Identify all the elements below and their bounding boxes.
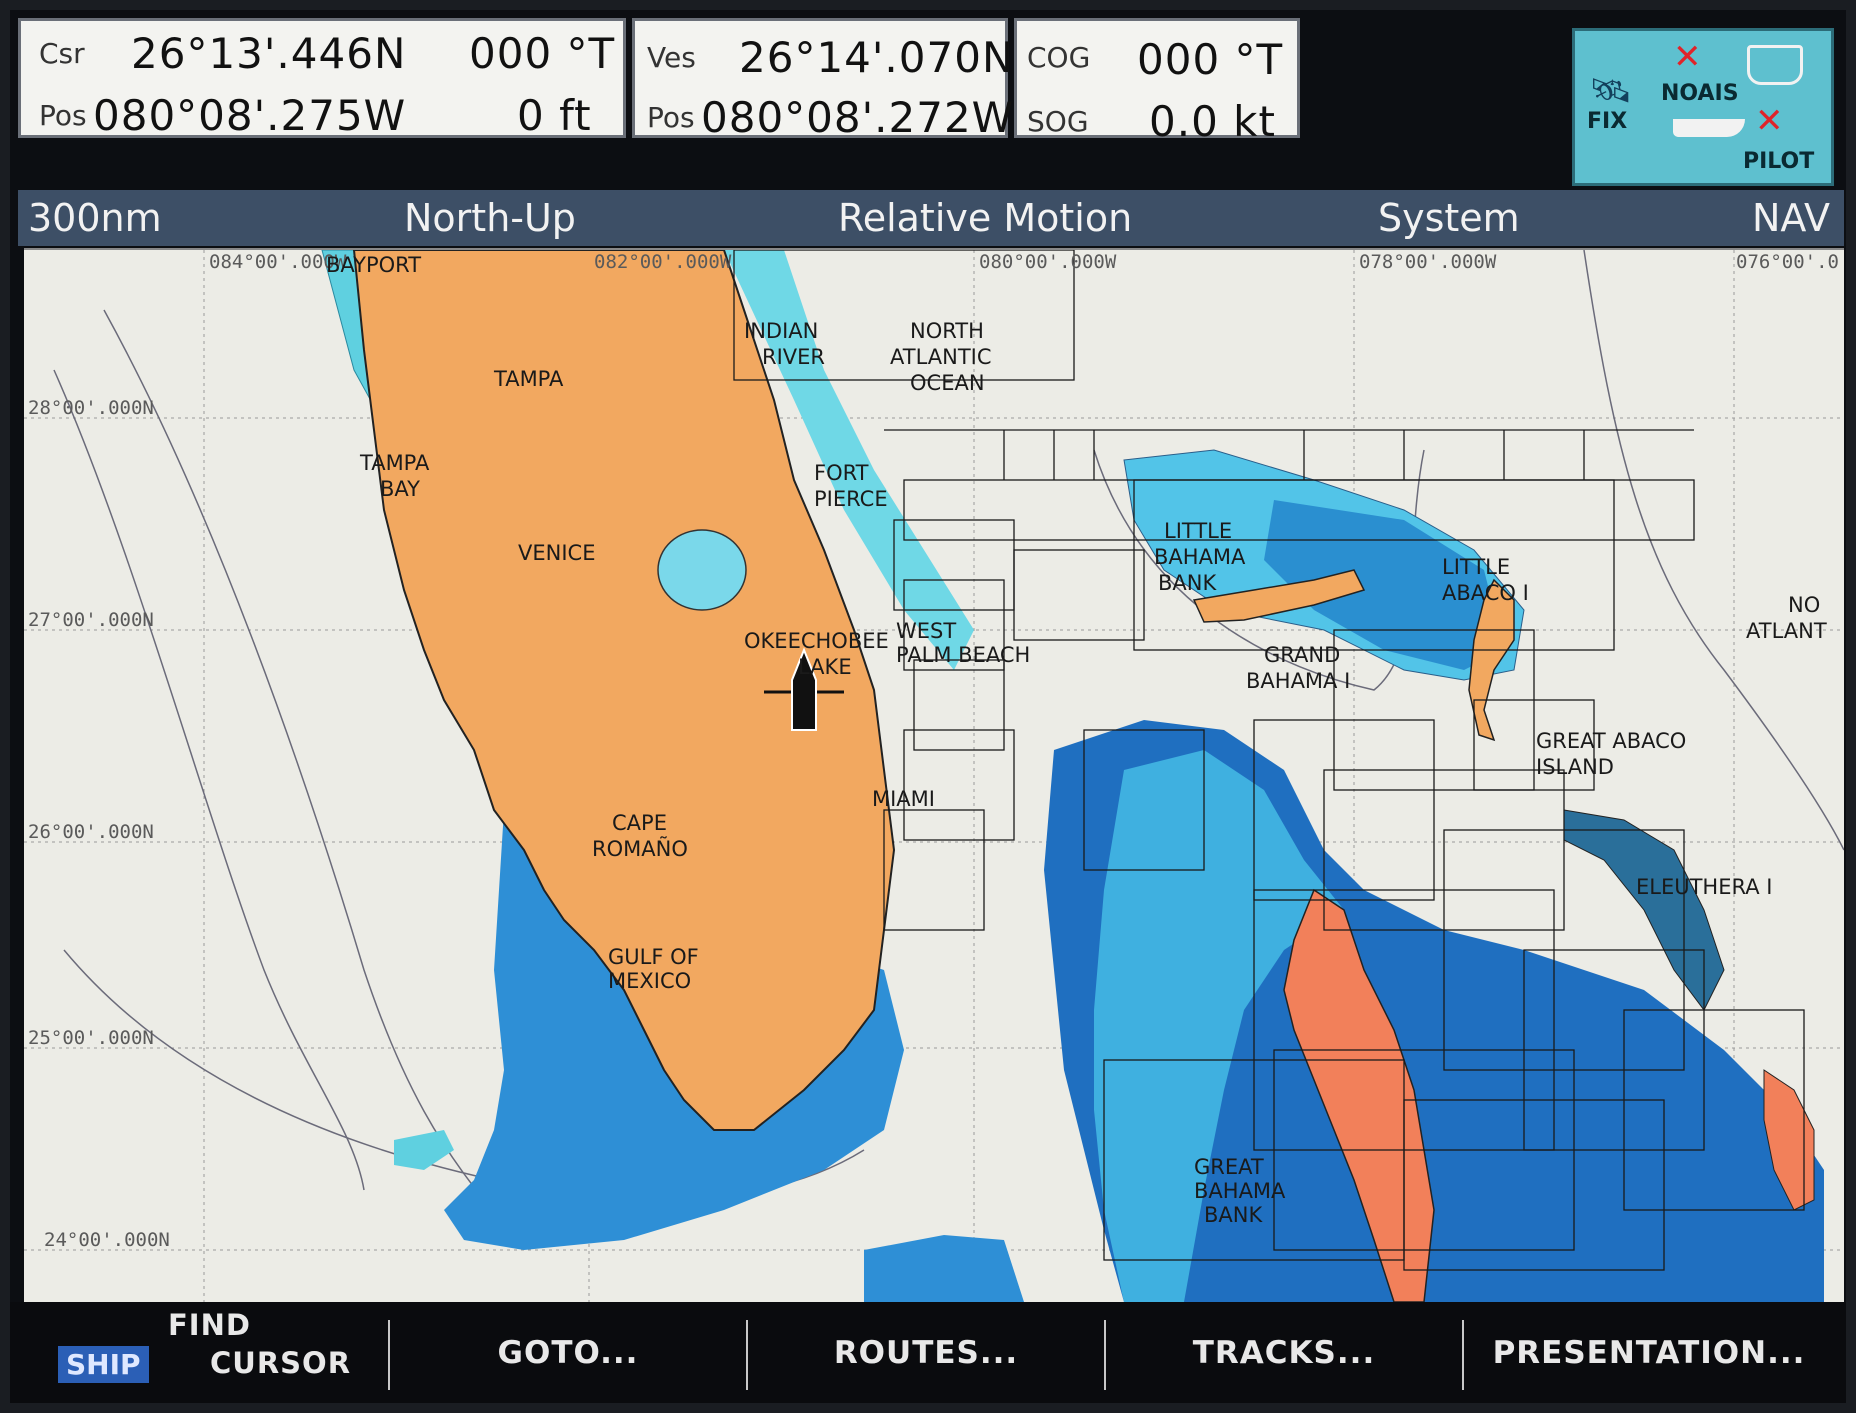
find-cursor-button[interactable]: CURSOR	[210, 1346, 351, 1380]
place-great-abaco-2: ISLAND	[1536, 755, 1614, 779]
noais-label: NOAIS	[1661, 81, 1739, 106]
vessel-latitude: 26°14'.070N	[739, 33, 1015, 82]
sog-value: 0.0 kt	[1149, 97, 1276, 146]
place-indian-river-1: INDIAN	[744, 319, 818, 343]
place-north-atlantic-edge-2: ATLANT	[1746, 619, 1827, 643]
place-okeechobee-1: OKEECHOBEE	[744, 629, 889, 653]
ais-off-icon: ✕	[1673, 37, 1702, 77]
place-little-bahama-1: LITTLE	[1164, 519, 1232, 543]
cursor-longitude: 080°08'.275W	[93, 91, 407, 140]
lat-label-1: 28°00'.000N	[28, 397, 154, 419]
place-great-bahama-bank-3: BANK	[1204, 1203, 1263, 1227]
motion-mode-indicator[interactable]: Relative Motion	[838, 196, 1132, 240]
lat-label-4: 25°00'.000N	[28, 1027, 154, 1049]
lon-label-5: 076°00'.0	[1736, 251, 1839, 273]
cursor-depth: 0 ft	[517, 91, 592, 140]
fix-label: FIX	[1587, 109, 1628, 134]
place-eleuthera: ELEUTHERA I	[1636, 875, 1772, 899]
boat-icon	[1673, 119, 1745, 137]
vessel-pos-label: Pos	[647, 101, 695, 134]
course-speed-panel: COG 000 °T SOG 0.0 kt	[1014, 18, 1300, 146]
vessel-position-panel: Ves 26°14'.070N Pos 080°08'.272W	[632, 18, 1013, 142]
place-north-atlantic-3: OCEAN	[910, 371, 985, 395]
place-okeechobee-2: LAKE	[798, 655, 852, 679]
place-west-palm-1: WEST	[896, 619, 956, 643]
place-great-bahama-bank-2: BAHAMA	[1194, 1179, 1286, 1203]
tracks-button[interactable]: TRACKS...	[1106, 1302, 1462, 1403]
presentation-button[interactable]: PRESENTATION...	[1464, 1302, 1834, 1403]
cursor-bearing: 000 °T	[469, 29, 616, 78]
lat-label-3: 26°00'.000N	[28, 821, 154, 843]
lon-label-4: 078°00'.000W	[1359, 251, 1497, 273]
west-keys-patch	[394, 1130, 454, 1170]
place-little-abaco-2: ABACO I	[1442, 581, 1529, 605]
south-deep-water	[864, 1235, 1024, 1302]
place-north-atlantic-2: ATLANTIC	[890, 345, 992, 369]
orientation-indicator[interactable]: North-Up	[404, 196, 576, 240]
place-north-atlantic-1: NORTH	[910, 319, 984, 343]
nav-mode-indicator[interactable]: NAV	[1752, 196, 1830, 240]
cursor-position-panel: Csr 26°13'.446N 000 °T Pos 080°08'.275W …	[18, 18, 626, 140]
place-miami: MIAMI	[872, 787, 935, 811]
cog-value: 000 °T	[1137, 35, 1284, 84]
pilot-label: PILOT	[1743, 149, 1815, 174]
place-tampa: TAMPA	[493, 367, 564, 391]
place-fort-pierce-1: FORT	[814, 461, 869, 485]
lon-label-3: 080°00'.000W	[979, 251, 1117, 273]
find-ship-button[interactable]: SHIP	[58, 1346, 149, 1383]
find-label: FIND	[168, 1308, 251, 1342]
goto-button[interactable]: GOTO...	[390, 1302, 746, 1403]
lake-okeechobee	[657, 529, 747, 611]
status-icons-panel[interactable]: 🛰 FIX ✕ NOAIS ✕ PILOT	[1572, 28, 1834, 186]
csr-label: Csr	[39, 37, 85, 70]
nautical-chart[interactable]: 084°00'.000W 082°00'.000W 080°00'.000W 0…	[24, 248, 1844, 1302]
gps-satellite-icon: 🛰	[1589, 71, 1633, 111]
place-great-bahama-bank-1: GREAT	[1194, 1155, 1264, 1179]
place-tampa-bay-1: TAMPA	[359, 451, 430, 475]
place-west-palm-2: PALM BEACH	[896, 643, 1030, 667]
autopilot-off-icon: ✕	[1755, 101, 1784, 141]
place-gulf-1: GULF OF	[608, 945, 699, 969]
softkey-bar: FIND SHIP CURSOR GOTO... ROUTES... TRACK…	[10, 1302, 1846, 1403]
place-north-atlantic-edge-1: NO	[1788, 593, 1820, 617]
chartplotter-screen: Csr 26°13'.446N 000 °T Pos 080°08'.275W …	[10, 10, 1846, 1403]
place-cape-romano-2: ROMAÑO	[592, 835, 688, 861]
place-fort-pierce-2: PIERCE	[814, 487, 888, 511]
place-tampa-bay-2: BAY	[380, 477, 420, 501]
place-grand-bahama-2: BAHAMA I	[1246, 669, 1350, 693]
cog-label: COG	[1027, 41, 1091, 74]
lon-label-2: 082°00'.000W	[594, 251, 732, 273]
lat-label-5: 24°00'.000N	[44, 1229, 170, 1251]
range-indicator[interactable]: 300nm	[28, 196, 162, 240]
vessel-longitude: 080°08'.272W	[701, 93, 1015, 142]
lat-label-2: 27°00'.000N	[28, 609, 154, 631]
sog-label: SOG	[1027, 105, 1089, 138]
place-little-bahama-3: BANK	[1158, 571, 1217, 595]
radar-dome-icon	[1747, 45, 1803, 85]
pos-label: Pos	[39, 99, 87, 132]
ves-label: Ves	[647, 41, 696, 74]
place-gulf-2: MEXICO	[608, 969, 691, 993]
place-grand-bahama-1: GRAND	[1264, 643, 1340, 667]
place-little-abaco-1: LITTLE	[1442, 555, 1510, 579]
place-little-bahama-2: BAHAMA	[1154, 545, 1246, 569]
place-indian-river-2: RIVER	[762, 345, 825, 369]
system-indicator[interactable]: System	[1378, 196, 1520, 240]
routes-button[interactable]: ROUTES...	[748, 1302, 1104, 1403]
place-venice: VENICE	[518, 541, 595, 565]
place-great-abaco-1: GREAT ABACO	[1536, 729, 1686, 753]
chart-header-bar: 300nm North-Up Relative Motion System NA…	[18, 190, 1844, 246]
place-bayport: BAYPORT	[326, 253, 421, 277]
chart-canvas[interactable]: 084°00'.000W 082°00'.000W 080°00'.000W 0…	[24, 250, 1844, 1302]
place-cape-romano-1: CAPE	[612, 811, 667, 835]
cursor-latitude: 26°13'.446N	[131, 29, 407, 78]
